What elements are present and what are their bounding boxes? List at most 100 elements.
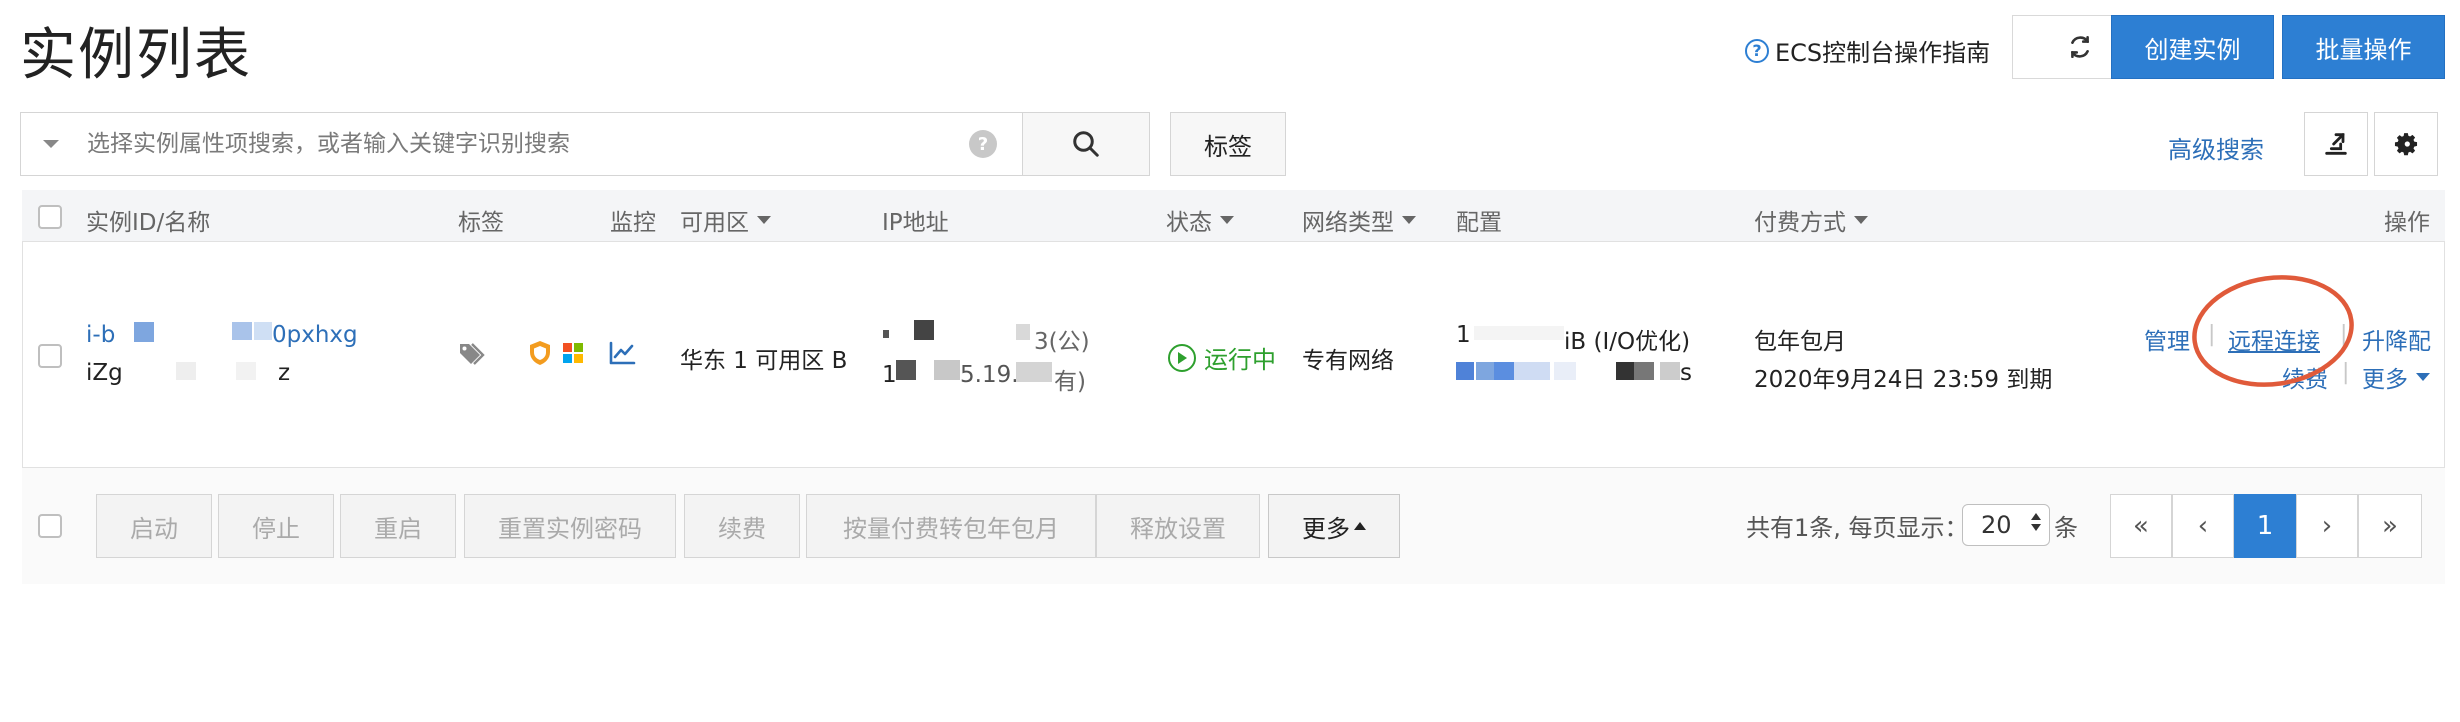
redaction-block	[1016, 362, 1052, 382]
page-size-unit: 条	[2054, 514, 2078, 542]
redaction-block	[1016, 324, 1030, 340]
upgrade-downgrade-link[interactable]: 升降配	[2362, 322, 2431, 356]
redaction-block	[1494, 362, 1514, 380]
search-box[interactable]: ?	[20, 112, 1023, 176]
footer-select-all-checkbox[interactable]	[38, 514, 62, 538]
start-button[interactable]: 启动	[96, 494, 212, 558]
current-page-button[interactable]: 1	[2234, 494, 2296, 558]
page-size-value: 20	[1981, 511, 2012, 539]
redaction-block	[1634, 362, 1654, 380]
reset-password-button[interactable]: 重置实例密码	[464, 494, 676, 558]
status-running: 运行中	[1168, 340, 1276, 375]
billing-type: 包年包月	[1754, 329, 1846, 355]
next-page-button[interactable]: ›	[2296, 494, 2358, 558]
column-network-label: 网络类型	[1302, 210, 1394, 236]
page-size-stepper[interactable]: 20	[1962, 504, 2050, 546]
redaction-block	[896, 360, 916, 380]
zone-filter-caret-icon	[757, 216, 771, 224]
status-filter-caret-icon	[1220, 216, 1234, 224]
running-play-icon	[1168, 343, 1196, 372]
status-label: 运行中	[1204, 346, 1276, 374]
search-help-icon[interactable]: ?	[969, 130, 997, 158]
public-ip-suffix: 3(公)	[1034, 329, 1090, 355]
convert-to-subscription-button[interactable]: 按量付费转包年包月	[806, 494, 1096, 558]
redaction-block	[1474, 326, 1564, 340]
export-button[interactable]	[2304, 112, 2368, 176]
search-button[interactable]	[1022, 112, 1150, 176]
zone-value: 华东 1 可用区 B	[680, 348, 848, 374]
column-network[interactable]: 网络类型	[1302, 203, 1416, 237]
monitor-chart-icon[interactable]	[608, 340, 636, 370]
create-instance-button[interactable]: 创建实例	[2111, 15, 2274, 79]
search-input[interactable]	[85, 124, 965, 164]
security-shield-icon[interactable]	[528, 340, 552, 370]
annotation-circle	[2188, 272, 2358, 394]
redaction-block	[914, 320, 934, 340]
private-ip-prefix: 1	[882, 362, 897, 388]
windows-os-icon	[562, 342, 584, 368]
instance-id-prefix[interactable]: i-b	[86, 322, 115, 348]
last-page-button[interactable]: »	[2358, 494, 2422, 558]
stepper-arrows-icon[interactable]	[2031, 513, 2041, 531]
redaction-block	[934, 360, 960, 380]
instance-id-link[interactable]: i-b	[86, 322, 115, 348]
more-actions-dropdown[interactable]: 更多	[2362, 360, 2430, 394]
tag-filter-button[interactable]: 标签	[1170, 112, 1286, 176]
advanced-search-link[interactable]: 高级搜索	[2168, 130, 2264, 165]
page-title: 实例列表	[20, 23, 252, 88]
column-zone-label: 可用区	[680, 210, 749, 236]
redaction-block	[1554, 362, 1576, 380]
column-billing[interactable]: 付费方式	[1754, 203, 1868, 237]
console-guide-label: ECS控制台操作指南	[1775, 39, 1991, 67]
network-value: 专有网络	[1302, 348, 1394, 374]
redaction-block	[883, 330, 889, 338]
batch-operation-button[interactable]: 批量操作	[2282, 15, 2445, 79]
tag-icon[interactable]	[458, 340, 490, 372]
config-suffix: iB (I/O优化)	[1564, 329, 1691, 355]
column-ip: IP地址	[882, 210, 949, 236]
select-all-checkbox[interactable]	[38, 205, 62, 229]
more-actions-label: 更多	[2362, 367, 2408, 393]
caret-up-icon	[1354, 522, 1366, 530]
redaction-block	[236, 362, 256, 380]
settings-button[interactable]	[2374, 112, 2438, 176]
column-status-label: 状态	[1166, 210, 1212, 236]
search-icon	[1073, 131, 1099, 157]
help-circle-icon: ?	[1745, 38, 1769, 63]
gear-icon	[2394, 133, 2418, 156]
stop-button[interactable]: 停止	[218, 494, 334, 558]
redaction-block	[1660, 362, 1680, 380]
first-page-button[interactable]: «	[2110, 494, 2172, 558]
console-guide-link[interactable]: ? ECS控制台操作指南	[1745, 33, 1990, 68]
footer-more-label: 更多	[1302, 514, 1350, 543]
redaction-block	[1514, 362, 1550, 380]
billing-filter-caret-icon	[1854, 216, 1868, 224]
column-actions: 操作	[2384, 210, 2430, 236]
column-tags: 标签	[458, 210, 504, 236]
footer-more-button[interactable]: 更多	[1268, 494, 1400, 558]
manage-link[interactable]: 管理	[2144, 322, 2190, 356]
instance-id-suffix[interactable]: 0pxhxg	[272, 322, 358, 348]
column-status[interactable]: 状态	[1166, 203, 1234, 237]
column-monitor: 监控	[610, 210, 656, 236]
search-filter-dropdown-icon[interactable]	[43, 140, 59, 148]
restart-button[interactable]: 重启	[340, 494, 456, 558]
redaction-block	[1616, 362, 1634, 380]
redaction-block	[1456, 362, 1474, 380]
column-zone[interactable]: 可用区	[680, 203, 771, 237]
refresh-icon	[2071, 35, 2089, 59]
release-settings-button[interactable]: 释放设置	[1096, 494, 1260, 558]
private-ip-suffix: 有)	[1054, 369, 1086, 395]
redaction-block	[1476, 362, 1494, 380]
column-id-name: 实例ID/名称	[86, 210, 211, 236]
more-caret-icon	[2416, 373, 2430, 381]
row-checkbox[interactable]	[38, 344, 62, 368]
expiry-date: 2020年9月24日 23:59 到期	[1754, 367, 2053, 393]
prev-page-button[interactable]: ‹	[2172, 494, 2234, 558]
renew-button[interactable]: 续费	[684, 494, 800, 558]
redaction-block	[176, 362, 196, 380]
redaction-block	[254, 322, 272, 340]
instance-name-prefix: iZg	[86, 360, 123, 386]
total-count-text: 共有1条, 每页显示：	[1746, 514, 1969, 542]
column-billing-label: 付费方式	[1754, 210, 1846, 236]
